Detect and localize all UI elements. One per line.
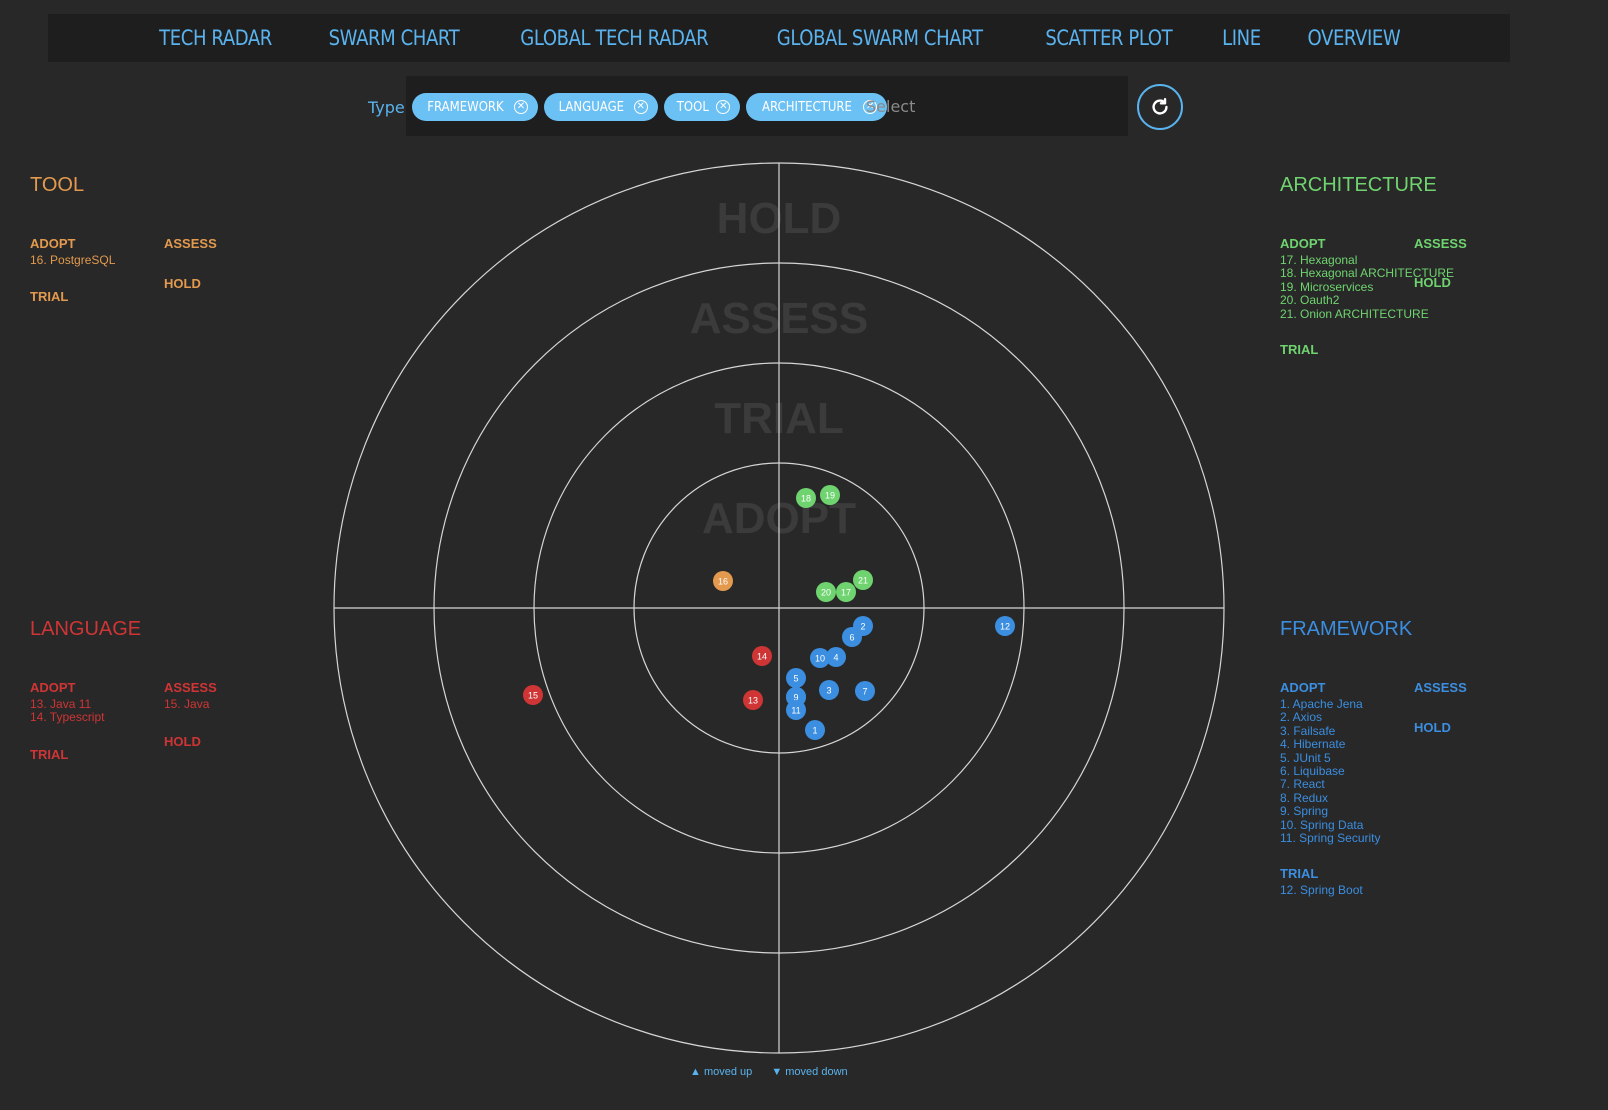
list-item[interactable]: 16. PostgreSQL: [30, 253, 115, 267]
blip-label-11: 11: [791, 706, 800, 716]
blip-label-15: 15: [528, 691, 538, 701]
list-item[interactable]: 6. Liquibase: [1280, 764, 1381, 778]
blip-label-21: 21: [858, 576, 868, 586]
tool-assess-label: ASSESS: [164, 236, 217, 251]
movement-legend: ▲ moved up ▼ moved down: [690, 1066, 864, 1078]
moved-down-label: ▼ moved down: [771, 1066, 848, 1078]
list-item[interactable]: 5. JUnit 5: [1280, 751, 1381, 765]
language-adopt-label: ADOPT: [30, 680, 76, 695]
blip-label-12: 12: [1000, 622, 1010, 632]
blip-label-2: 2: [860, 622, 865, 632]
blip-label-3: 3: [826, 686, 831, 696]
list-item[interactable]: 14. Typescript: [30, 710, 104, 724]
tool-trial-label: TRIAL: [30, 289, 69, 304]
list-item[interactable]: 10. Spring Data: [1280, 818, 1381, 832]
architecture-legend: ARCHITECTURE ADOPT 17. Hexagonal 18. Hex…: [1280, 174, 1570, 364]
blip-label-17: 17: [841, 588, 851, 598]
architecture-hold-label: HOLD: [1414, 275, 1451, 290]
list-item[interactable]: 20. Oauth2: [1280, 293, 1454, 307]
blip-label-4: 4: [833, 653, 838, 663]
list-item[interactable]: 9. Spring: [1280, 804, 1381, 818]
framework-adopt-label: ADOPT: [1280, 680, 1326, 695]
language-trial-label: TRIAL: [30, 747, 69, 762]
list-item[interactable]: 13. Java 11: [30, 697, 104, 711]
framework-legend: FRAMEWORK ADOPT 1. Apache Jena 2. Axios …: [1280, 618, 1570, 908]
moved-up-label: ▲ moved up: [690, 1066, 753, 1078]
framework-trial-list: 12. Spring Boot: [1280, 883, 1363, 897]
architecture-title: ARCHITECTURE: [1280, 174, 1437, 196]
list-item[interactable]: 1. Apache Jena: [1280, 697, 1381, 711]
framework-title: FRAMEWORK: [1280, 618, 1413, 640]
tool-legend: TOOL ADOPT 16. PostgreSQL TRIAL ASSESS H…: [30, 174, 290, 314]
language-legend: LANGUAGE ADOPT 13. Java 11 14. Typescrip…: [30, 618, 290, 768]
list-item[interactable]: 17. Hexagonal: [1280, 253, 1454, 267]
framework-hold-label: HOLD: [1414, 720, 1451, 735]
language-hold-label: HOLD: [164, 734, 201, 749]
language-title: LANGUAGE: [30, 618, 142, 640]
architecture-assess-label: ASSESS: [1414, 236, 1467, 251]
list-item[interactable]: 7. React: [1280, 778, 1381, 792]
list-item[interactable]: 15. Java: [164, 697, 209, 711]
tool-adopt-label: ADOPT: [30, 236, 76, 251]
blip-label-1: 1: [812, 726, 817, 736]
blip-label-16: 16: [718, 577, 728, 587]
blip-label-7: 7: [862, 687, 867, 697]
blip-label-6: 6: [849, 633, 854, 643]
list-item[interactable]: 21. Onion ARCHITECTURE: [1280, 307, 1454, 321]
tech-radar-chart: ADOPTTRIALASSESSHOLD81234567910111213141…: [333, 162, 1225, 1054]
framework-trial-label: TRIAL: [1280, 866, 1319, 881]
list-item[interactable]: 8. Redux: [1280, 791, 1381, 805]
language-assess-list: 15. Java: [164, 697, 209, 711]
blip-label-18: 18: [801, 494, 811, 504]
tool-hold-label: HOLD: [164, 276, 201, 291]
architecture-adopt-label: ADOPT: [1280, 236, 1326, 251]
blip-label-5: 5: [793, 674, 798, 684]
tool-adopt-list: 16. PostgreSQL: [30, 253, 115, 267]
framework-assess-label: ASSESS: [1414, 680, 1467, 695]
blip-label-14: 14: [757, 652, 767, 662]
language-assess-label: ASSESS: [164, 680, 217, 695]
architecture-trial-label: TRIAL: [1280, 342, 1319, 357]
framework-adopt-list: 1. Apache Jena 2. Axios 3. Failsafe 4. H…: [1280, 697, 1381, 845]
list-item[interactable]: 2. Axios: [1280, 710, 1381, 724]
blip-label-10: 10: [815, 654, 825, 664]
blip-label-13: 13: [748, 696, 758, 706]
list-item[interactable]: 11. Spring Security: [1280, 831, 1381, 845]
list-item[interactable]: 3. Failsafe: [1280, 724, 1381, 738]
tool-title: TOOL: [30, 174, 85, 196]
list-item[interactable]: 12. Spring Boot: [1280, 883, 1363, 897]
language-adopt-list: 13. Java 11 14. Typescript: [30, 697, 104, 725]
blip-label-19: 19: [825, 491, 835, 501]
list-item[interactable]: 4. Hibernate: [1280, 737, 1381, 751]
blip-label-20: 20: [821, 588, 831, 598]
